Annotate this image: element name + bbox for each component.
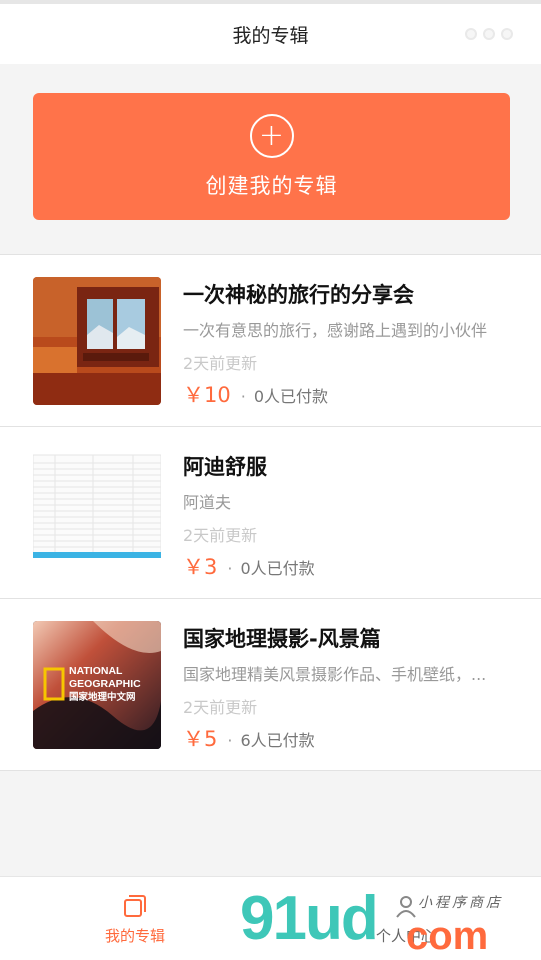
album-item[interactable]: 一次神秘的旅行的分享会 一次有意思的旅行，感谢路上遇到的小伙伴 2天前更新 ￥1… — [0, 255, 541, 427]
album-price: ￥3 — [183, 555, 218, 579]
tab-my-albums[interactable]: 我的专辑 — [0, 877, 270, 960]
more-menu-icon[interactable] — [465, 28, 513, 40]
thumb-text: 国家地理中文网 — [69, 692, 136, 703]
watermark-brand: 91ud — [240, 884, 379, 953]
album-thumbnail: NATIONAL GEOGRAPHIC 国家地理中文网 — [33, 621, 161, 749]
watermark-domain: com — [406, 914, 489, 958]
create-album-label: 创建我的专辑 — [205, 173, 338, 198]
album-updated: 2天前更新 — [183, 698, 258, 717]
separator-dot: · — [227, 559, 233, 578]
album-price: ￥10 — [183, 383, 231, 407]
plus-circle-icon: + — [249, 113, 294, 158]
album-title: 阿迪舒服 — [183, 455, 267, 479]
album-thumbnail — [33, 277, 161, 405]
album-title: 国家地理摄影-风景篇 — [183, 627, 381, 651]
album-paid-count: 6人已付款 — [240, 731, 315, 750]
album-updated: 2天前更新 — [183, 354, 258, 373]
album-description: 阿道夫 — [183, 493, 232, 512]
album-title: 一次神秘的旅行的分享会 — [183, 283, 414, 307]
album-thumbnail — [33, 449, 161, 577]
album-item[interactable]: 阿迪舒服 阿道夫 2天前更新 ￥3 · 0人已付款 — [0, 427, 541, 599]
thumb-text: GEOGRAPHIC — [69, 678, 141, 690]
tab-label: 我的专辑 — [104, 926, 165, 945]
album-item[interactable]: NATIONAL GEOGRAPHIC 国家地理中文网 国家地理摄影-风景篇 国… — [0, 599, 541, 771]
thumb-text: NATIONAL — [69, 665, 123, 677]
create-section: + 创建我的专辑 — [0, 64, 541, 254]
album-description: 国家地理精美风景摄影作品、手机壁纸，... — [183, 665, 487, 684]
album-updated: 2天前更新 — [183, 526, 258, 545]
album-price-row: ￥3 · 0人已付款 — [183, 551, 315, 581]
separator-dot: · — [240, 387, 246, 406]
album-paid-count: 0人已付款 — [240, 559, 315, 578]
create-album-button[interactable]: + 创建我的专辑 — [33, 93, 510, 220]
watermark-logo: 91ud com 小程序商店 — [240, 888, 530, 958]
watermark-tagline: 小程序商店 — [418, 895, 503, 911]
album-price-row: ￥10 · 0人已付款 — [183, 379, 328, 409]
album-icon — [124, 894, 146, 917]
album-price-row: ￥5 · 6人已付款 — [183, 723, 315, 753]
album-list: 一次神秘的旅行的分享会 一次有意思的旅行，感谢路上遇到的小伙伴 2天前更新 ￥1… — [0, 254, 541, 771]
separator-dot: · — [227, 731, 233, 750]
album-paid-count: 0人已付款 — [253, 387, 329, 406]
album-description: 一次有意思的旅行，感谢路上遇到的小伙伴 — [183, 321, 488, 340]
navigation-bar: 我的专辑 — [0, 0, 541, 64]
album-price: ￥5 — [183, 727, 218, 751]
page-title: 我的专辑 — [232, 24, 309, 47]
